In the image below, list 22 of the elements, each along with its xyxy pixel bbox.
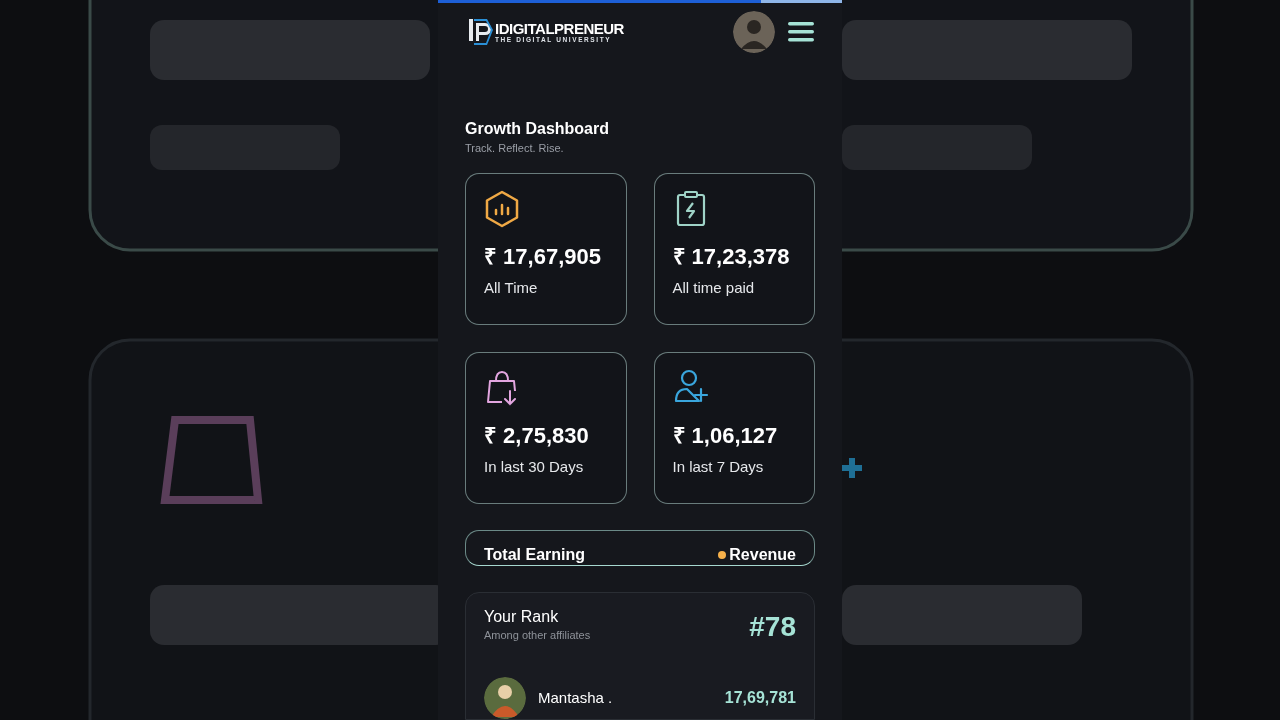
stat-amount: ₹ 17,23,378	[672, 246, 791, 269]
stat-label: In last 30 Days	[484, 459, 585, 475]
stat-amount: ₹ 17,67,905	[484, 246, 602, 269]
rank-value: #78	[749, 612, 796, 641]
affiliate-earning: 17,69,781	[724, 688, 796, 708]
legend-label: Revenue	[729, 544, 796, 565]
affiliate-name: Mantasha .	[538, 687, 614, 708]
menu-icon	[788, 22, 814, 43]
avatar	[484, 677, 526, 719]
stat-label: In last 7 Days	[672, 459, 765, 475]
page-title: Growth Dashboard	[465, 118, 610, 139]
avatar	[733, 11, 775, 54]
menu-button[interactable]	[788, 21, 814, 44]
page-subtitle: Track. Reflect. Rise.	[465, 140, 565, 156]
stat-label: All time paid	[672, 280, 756, 296]
stat-label: All Time	[484, 280, 539, 296]
brand-name: IDIGITALPRENEUR	[495, 21, 624, 37]
rank-title: Your Rank	[484, 606, 560, 627]
earning-title: Total Earning	[484, 544, 586, 565]
rank-subtitle: Among other affiliates	[484, 627, 591, 643]
stat-amount: ₹ 1,06,127	[672, 425, 779, 448]
stat-amount: ₹ 2,75,830	[484, 425, 590, 448]
